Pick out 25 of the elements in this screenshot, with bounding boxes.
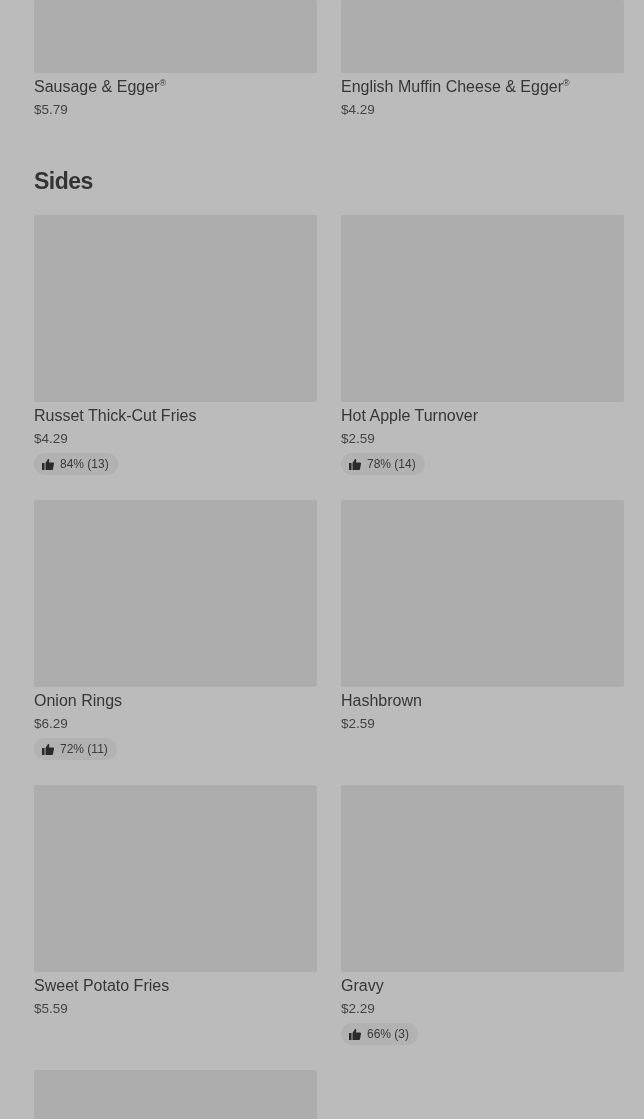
item-price: $4.29 [34, 430, 69, 448]
section-heading: Sides [34, 167, 94, 195]
rating-text: 84% (13) [60, 457, 109, 471]
item-name: Sweet Potato Fries [34, 976, 171, 996]
rating-text: 66% (3) [367, 1027, 410, 1041]
item-name: Russet Thick-Cut Fries [34, 406, 198, 426]
rating-text: 78% (14) [367, 457, 416, 471]
thumbs-up-icon [42, 458, 54, 470]
item-price: $2.59 [341, 430, 376, 448]
item-name: Hot Apple Turnover [341, 406, 479, 426]
item-name: Onion Rings [34, 691, 124, 711]
item-price: $5.79 [34, 101, 69, 119]
thumbs-up-icon [349, 458, 361, 470]
item-name: Sausage & Egger$^{®}$ [34, 77, 168, 97]
item-price: $5.59 [34, 1000, 69, 1018]
item-price: $6.29 [34, 715, 69, 733]
item-price: $2.59 [341, 715, 376, 733]
item-price: $2.29 [341, 1000, 376, 1018]
rating-text: 72% (11) [60, 742, 108, 756]
thumbs-up-icon [42, 743, 54, 755]
item-name: English Muffin Cheese & Egger$^{®}$ [341, 77, 571, 97]
item-name: Hashbrown [341, 691, 423, 711]
item-name: Gravy [341, 976, 385, 996]
item-price: $4.29 [341, 101, 376, 119]
thumbs-up-icon [349, 1028, 361, 1040]
